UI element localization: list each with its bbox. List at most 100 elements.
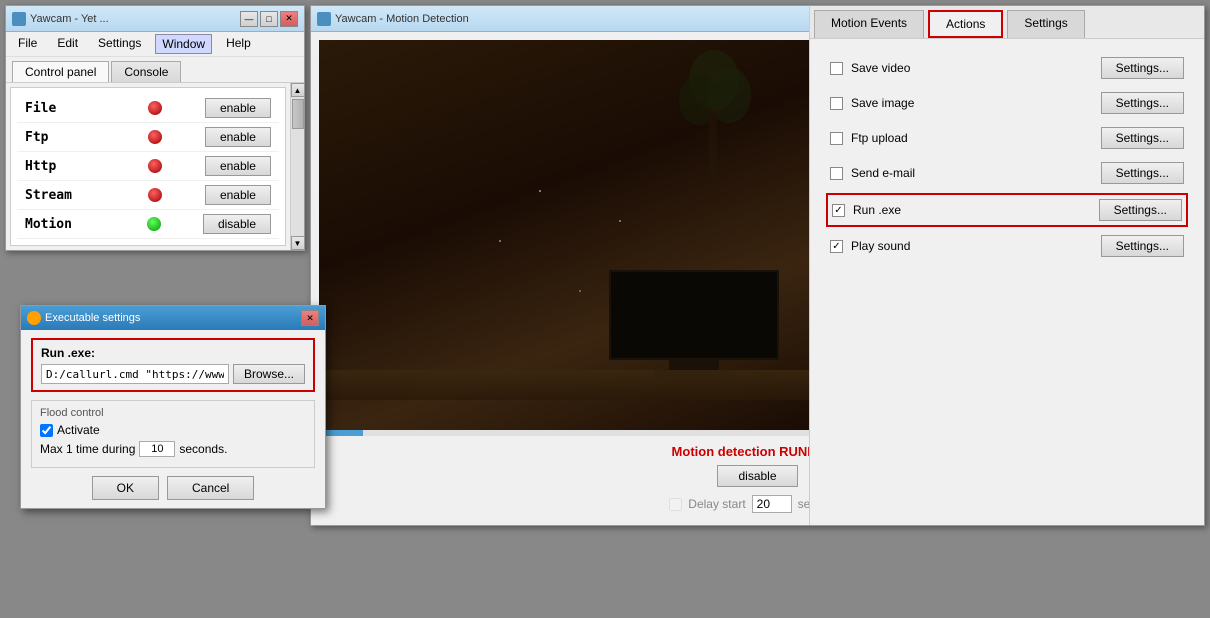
service-file-name: File (25, 101, 105, 116)
run-exe-section: Run .exe: Browse... (31, 338, 315, 392)
play-sound-settings-button[interactable]: Settings... (1101, 235, 1184, 257)
send-email-label: Send e-mail (851, 166, 1093, 180)
win1-icon (12, 12, 26, 26)
exe-action-buttons: OK Cancel (31, 476, 315, 500)
activate-checkbox[interactable] (40, 424, 53, 437)
exe-icon (27, 311, 41, 325)
executable-settings-dialog: Executable settings ✕ Run .exe: Browse..… (20, 305, 326, 509)
camera-feed (319, 40, 809, 430)
action-save-video: Save video Settings... (826, 51, 1188, 86)
service-stream: Stream enable (17, 181, 279, 210)
menu-window[interactable]: Window (155, 34, 212, 54)
win2-icon (317, 12, 331, 26)
max-suffix: seconds. (179, 442, 227, 456)
play-sound-checkbox[interactable]: ✓ (830, 240, 843, 253)
ftp-upload-label: Ftp upload (851, 131, 1093, 145)
save-video-checkbox[interactable] (830, 62, 843, 75)
menu-settings[interactable]: Settings (92, 34, 147, 54)
desk-surface (319, 370, 809, 400)
win2-body: Motion detection RUNNING. disable Delay … (311, 32, 1204, 525)
disable-button[interactable]: disable (717, 465, 797, 487)
right-tabs-bar: Motion Events Actions Settings (810, 6, 1204, 39)
cancel-button[interactable]: Cancel (167, 476, 254, 500)
activate-row: Activate (40, 423, 306, 437)
exe-body: Run .exe: Browse... Flood control Activa… (21, 330, 325, 508)
win1-titlebar: Yawcam - Yet ... — □ ✕ (6, 6, 304, 32)
ftp-upload-checkbox[interactable] (830, 132, 843, 145)
delay-checkbox[interactable] (669, 498, 682, 511)
run-exe-label: Run .exe (853, 203, 1091, 217)
send-email-checkbox[interactable] (830, 167, 843, 180)
service-motion-button[interactable]: disable (203, 214, 271, 234)
max-value-input[interactable] (139, 441, 175, 457)
save-video-label: Save video (851, 61, 1093, 75)
service-http-button[interactable]: enable (205, 156, 271, 176)
scroll-up-arrow[interactable]: ▲ (291, 83, 305, 97)
tab-actions[interactable]: Actions (928, 10, 1003, 38)
service-http-status (148, 159, 162, 173)
action-ftp-upload: Ftp upload Settings... (826, 121, 1188, 156)
run-exe-input[interactable] (41, 364, 229, 384)
service-file: File enable (17, 94, 279, 123)
win1-menubar: File Edit Settings Window Help (6, 32, 304, 57)
service-file-status (148, 101, 162, 115)
run-exe-input-row: Browse... (41, 364, 305, 384)
save-image-settings-button[interactable]: Settings... (1101, 92, 1184, 114)
tab-control-panel[interactable]: Control panel (12, 61, 109, 82)
ok-button[interactable]: OK (92, 476, 159, 500)
win1-maximize-button[interactable]: □ (260, 11, 278, 27)
service-http: Http enable (17, 152, 279, 181)
tab-console[interactable]: Console (111, 61, 181, 82)
motion-detection-window: Yawcam - Motion Detection — □ ✕ (310, 5, 1205, 526)
scroll-down-arrow[interactable]: ▼ (291, 236, 305, 250)
browse-button[interactable]: Browse... (233, 364, 305, 384)
ftp-upload-settings-button[interactable]: Settings... (1101, 127, 1184, 149)
service-ftp-button[interactable]: enable (205, 127, 271, 147)
save-video-settings-button[interactable]: Settings... (1101, 57, 1184, 79)
particle-3 (579, 290, 581, 292)
action-save-image: Save image Settings... (826, 86, 1188, 121)
save-image-label: Save image (851, 96, 1093, 110)
monitor-silhouette (609, 270, 779, 380)
camera-view (319, 40, 809, 430)
service-ftp-status (148, 130, 162, 144)
win1-body: File enable Ftp enable Http enable Strea… (6, 83, 304, 250)
action-send-email: Send e-mail Settings... (826, 156, 1188, 191)
max-label: Max 1 time during (40, 442, 135, 456)
tab-motion-events[interactable]: Motion Events (814, 10, 924, 38)
service-motion: Motion disable (17, 210, 279, 239)
menu-file[interactable]: File (12, 34, 43, 54)
service-http-name: Http (25, 159, 105, 174)
tab-settings[interactable]: Settings (1007, 10, 1084, 38)
run-exe-settings-button[interactable]: Settings... (1099, 199, 1182, 221)
win1-minimize-button[interactable]: — (240, 11, 258, 27)
menu-edit[interactable]: Edit (51, 34, 84, 54)
activate-label: Activate (57, 423, 100, 437)
delay-input[interactable] (752, 495, 792, 513)
win1-close-button[interactable]: ✕ (280, 11, 298, 27)
particle-4 (619, 220, 621, 222)
save-image-checkbox[interactable] (830, 97, 843, 110)
menu-help[interactable]: Help (220, 34, 257, 54)
service-file-button[interactable]: enable (205, 98, 271, 118)
service-ftp-name: Ftp (25, 130, 105, 145)
win1-scrollbar[interactable]: ▲ ▼ (290, 83, 304, 250)
max-time-row: Max 1 time during seconds. (40, 441, 306, 457)
flood-control-label: Flood control (40, 407, 306, 419)
send-email-settings-button[interactable]: Settings... (1101, 162, 1184, 184)
service-stream-status (148, 188, 162, 202)
particle-2 (499, 240, 501, 242)
exe-close-button[interactable]: ✕ (301, 310, 319, 326)
exe-title-text: Executable settings (45, 312, 140, 324)
win1-title-area: Yawcam - Yet ... (12, 12, 109, 26)
play-sound-label: Play sound (851, 239, 1093, 253)
exe-title-area: Executable settings (27, 311, 140, 325)
scroll-thumb[interactable] (292, 99, 304, 129)
run-exe-checkbox[interactable]: ✓ (832, 204, 845, 217)
particle-1 (539, 190, 541, 192)
win1-title: Yawcam - Yet ... (30, 13, 109, 25)
service-stream-name: Stream (25, 188, 105, 203)
service-motion-status (147, 217, 161, 231)
service-stream-button[interactable]: enable (205, 185, 271, 205)
control-panel-body: File enable Ftp enable Http enable Strea… (10, 87, 286, 246)
